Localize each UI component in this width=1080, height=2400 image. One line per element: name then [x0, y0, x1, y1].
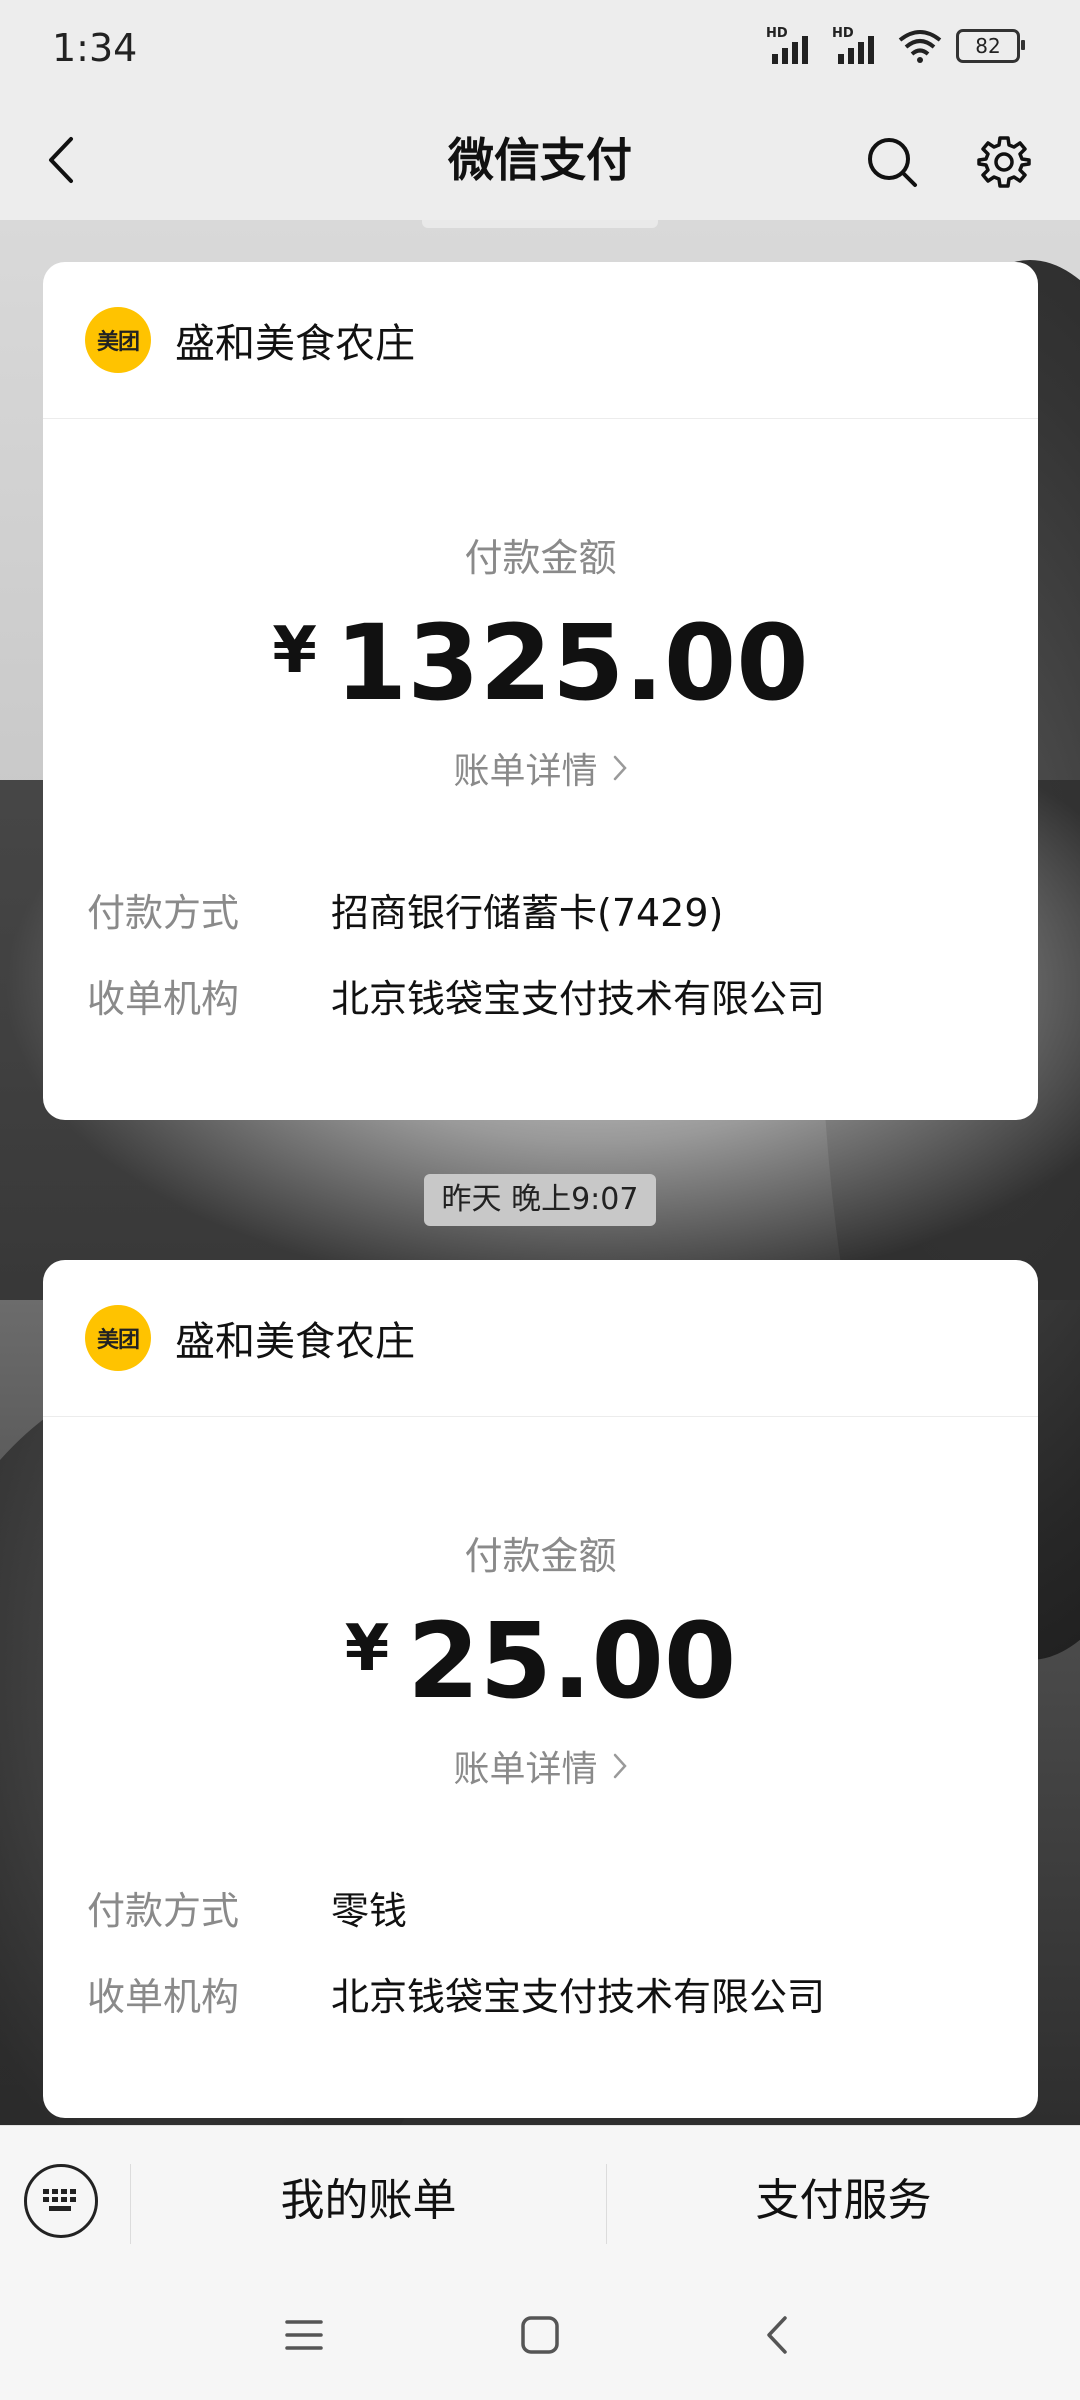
amount-value: 1325.00: [334, 602, 809, 724]
recent-apps-button[interactable]: [264, 2305, 344, 2365]
info-value: 北京钱袋宝支付技术有限公司: [331, 976, 826, 1021]
card-header: 美团 盛和美食农庄: [43, 262, 1038, 419]
info-row-acquirer: 收单机构 北京钱袋宝支付技术有限公司: [87, 1950, 1038, 2036]
home-icon: [521, 2316, 559, 2354]
info-label: 收单机构: [87, 1974, 240, 2019]
menu-icon: [285, 2320, 323, 2350]
system-nav-bar: [0, 2275, 1080, 2400]
chevron-right-icon: [613, 1753, 627, 1779]
scroll-indicator: [422, 220, 658, 228]
chat-background[interactable]: 美团 盛和美食农庄 付款金额 ¥ 1325.00 账单详情 付款方式 招商银行储…: [0, 220, 1080, 2125]
home-button[interactable]: [500, 2305, 580, 2365]
payment-card[interactable]: 美团 盛和美食农庄 付款金额 ¥ 25.00 账单详情 付款方式 零钱 收单机构…: [43, 1260, 1038, 2118]
bill-detail-label: 账单详情: [453, 751, 598, 792]
my-bills-menu[interactable]: 我的账单: [131, 2126, 606, 2276]
amount-value: 25.00: [407, 1600, 737, 1722]
payment-info: 付款方式 招商银行储蓄卡(7429) 收单机构 北京钱袋宝支付技术有限公司: [43, 866, 1038, 1038]
info-value: 北京钱袋宝支付技术有限公司: [331, 1974, 826, 2019]
info-row-acquirer: 收单机构 北京钱袋宝支付技术有限公司: [87, 952, 1038, 1038]
merchant-name: 盛和美食农庄: [175, 1319, 415, 1365]
system-back-button[interactable]: [736, 2305, 816, 2365]
gear-icon: [977, 136, 1031, 188]
info-value: 零钱: [331, 1888, 408, 1933]
bottom-menu-bar: 我的账单 支付服务: [0, 2125, 1080, 2276]
signal-icon: HD: [766, 26, 818, 66]
merchant-name: 盛和美食农庄: [175, 321, 415, 367]
amount-label: 付款金额: [464, 536, 617, 580]
search-icon: [868, 138, 917, 187]
nav-bar: 微信支付: [0, 100, 1080, 220]
info-row-payment-method: 付款方式 零钱: [87, 1864, 1038, 1950]
payment-amount: ¥ 25.00: [43, 1606, 1038, 1716]
payment-amount: ¥ 1325.00: [43, 608, 1038, 718]
keyboard-icon: [43, 2189, 76, 2211]
info-row-payment-method: 付款方式 招商银行储蓄卡(7429): [87, 866, 1038, 952]
status-icons: HD HD 82: [766, 26, 1025, 66]
info-label: 付款方式: [87, 1888, 240, 1933]
settings-button[interactable]: [968, 126, 1040, 198]
currency-symbol: ¥: [272, 614, 317, 688]
battery-icon: 82: [956, 29, 1025, 63]
bill-detail-label: 账单详情: [453, 1749, 598, 1790]
meituan-logo: 美团: [85, 1305, 151, 1371]
bill-detail-link[interactable]: 账单详情: [43, 1740, 1038, 1792]
info-label: 付款方式: [87, 890, 240, 935]
chevron-right-icon: [613, 755, 627, 781]
status-bar: 1:34 HD HD 82: [0, 0, 1080, 100]
meituan-logo: 美团: [85, 307, 151, 373]
pay-services-menu[interactable]: 支付服务: [607, 2126, 1080, 2276]
bill-detail-link[interactable]: 账单详情: [43, 742, 1038, 794]
wifi-icon: [898, 30, 942, 63]
payment-card[interactable]: 美团 盛和美食农庄 付款金额 ¥ 1325.00 账单详情 付款方式 招商银行储…: [43, 262, 1038, 1120]
currency-symbol: ¥: [344, 1612, 390, 1686]
payment-info: 付款方式 零钱 收单机构 北京钱袋宝支付技术有限公司: [43, 1864, 1038, 2036]
status-time: 1:34: [52, 26, 138, 70]
signal-icon: HD: [832, 26, 884, 66]
search-button[interactable]: [856, 126, 928, 198]
back-icon: [767, 2316, 787, 2354]
info-label: 收单机构: [87, 976, 240, 1021]
amount-label: 付款金额: [464, 1534, 617, 1578]
message-timestamp: 昨天 晚上9:07: [424, 1174, 656, 1226]
info-value: 招商银行储蓄卡(7429): [331, 890, 724, 935]
keyboard-toggle-button[interactable]: [24, 2164, 98, 2238]
card-header: 美团 盛和美食农庄: [43, 1260, 1038, 1417]
battery-level: 82: [975, 34, 1001, 58]
